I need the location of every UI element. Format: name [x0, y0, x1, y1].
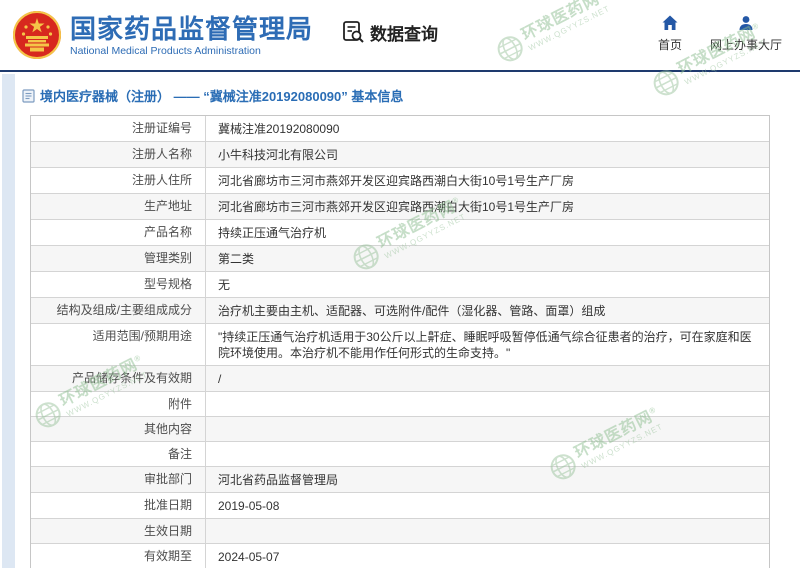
agency-title-en: National Medical Products Administration — [70, 44, 261, 57]
row-label: 产品储存条件及有效期 — [31, 366, 206, 391]
breadcrumb: 境内医疗器械（注册） —— “冀械注准20192080090” 基本信息 — [22, 86, 800, 105]
row-value: 河北省廊坊市三河市燕郊开发区迎宾路西潮白大街10号1号生产厂房 — [218, 200, 575, 214]
row-value: 2024-05-07 — [218, 550, 280, 564]
table-row: 批准日期 2019-05-08 — [31, 493, 769, 519]
person-icon — [739, 16, 753, 30]
table-row: 注册人名称 小牛科技河北有限公司 — [31, 142, 769, 168]
table-row: 型号规格无 — [31, 272, 769, 298]
table-row: 有效期至 2024-05-07 — [31, 544, 769, 568]
row-value — [206, 392, 769, 416]
row-label: 注册人名称 — [31, 142, 206, 167]
row-value: 无 — [218, 278, 231, 292]
row-label: 附件 — [31, 392, 206, 416]
info-table: 注册证编号 冀械注准20192080090 注册人名称 小牛科技河北有限公司 注册人住所… — [30, 115, 770, 568]
table-row: 注册证编号 冀械注准20192080090 — [31, 116, 769, 142]
nav-home-label: 首页 — [657, 38, 682, 52]
row-value: 河北省药品监督管理局 — [218, 473, 339, 487]
table-row: 生产地址 河北省廊坊市三河市燕郊开发区迎宾路西潮白大街10号1号生产厂房 — [31, 194, 769, 220]
breadcrumb-text: 境内医疗器械（注册） —— “冀械注准20192080090” 基本信息 — [40, 89, 404, 104]
row-label: 备注 — [31, 442, 206, 466]
document-search-icon — [343, 21, 364, 43]
row-value: "持续正压通气治疗机适用于30公斤以上鼾症、睡眠呼吸暂停低通气综合征患者的治疗，… — [218, 330, 752, 360]
row-label: 产品名称 — [31, 220, 206, 245]
nav-online-service-hall-label: 网上办事大厅 — [709, 38, 782, 52]
nav-online-service-hall[interactable]: 网上办事大厅 — [710, 14, 782, 53]
table-row: 备注 — [31, 442, 769, 467]
row-label: 注册人住所 — [31, 168, 206, 193]
row-label: 审批部门 — [31, 467, 206, 492]
row-label: 结构及组成/主要组成成分 — [31, 298, 206, 323]
row-value — [206, 417, 769, 441]
row-value: 治疗机主要由主机、适配器、可选附件/配件（湿化器、管路、面罩）组成 — [218, 304, 606, 318]
row-value: 冀械注准20192080090 — [218, 122, 340, 136]
main-content: 境内医疗器械（注册） —— “冀械注准20192080090” 基本信息 注册证… — [16, 72, 800, 568]
table-row: 注册人住所 河北省廊坊市三河市燕郊开发区迎宾路西潮白大街10号1号生产厂房 — [31, 168, 769, 194]
left-page-strip — [2, 74, 15, 568]
table-row: 结构及组成/主要组成成分 治疗机主要由主机、适配器、可选附件/配件（湿化器、管路、… — [31, 298, 769, 324]
row-value — [206, 442, 769, 466]
page-header: 国家药品监督管理局 National Medical Products Admi… — [0, 0, 800, 70]
row-value: / — [218, 372, 222, 386]
row-label: 适用范围/预期用途 — [31, 324, 206, 365]
data-query-label: 数据查询 — [370, 24, 439, 44]
table-row: 附件 — [31, 392, 769, 417]
row-value: 小牛科技河北有限公司 — [218, 148, 339, 162]
table-row: 生效日期 — [31, 519, 769, 544]
home-icon — [662, 15, 678, 30]
data-query-section: 数据查询 — [341, 20, 438, 45]
nav-home[interactable]: 首页 — [658, 14, 682, 53]
row-label: 管理类别 — [31, 246, 206, 271]
agency-title-block: 国家药品监督管理局 National Medical Products Admi… — [70, 14, 313, 57]
row-value: 河北省廊坊市三河市燕郊开发区迎宾路西潮白大街10号1号生产厂房 — [218, 174, 575, 188]
row-label: 其他内容 — [31, 417, 206, 441]
table-row: 产品储存条件及有效期 / — [31, 366, 769, 392]
row-label: 注册证编号 — [31, 116, 206, 141]
table-row: 其他内容 — [31, 417, 769, 442]
document-icon — [22, 88, 35, 103]
row-value — [206, 519, 769, 543]
row-value: 持续正压通气治疗机 — [218, 226, 327, 240]
national-emblem-logo — [13, 11, 61, 59]
row-label: 生效日期 — [31, 519, 206, 543]
header-nav: 首页 网上办事大厅 — [658, 14, 782, 53]
table-row: 产品名称 持续正压通气治疗机 — [31, 220, 769, 246]
row-label: 生产地址 — [31, 194, 206, 219]
row-label: 有效期至 — [31, 544, 206, 568]
row-label: 型号规格 — [31, 272, 206, 297]
table-row: 管理类别 第二类 — [31, 246, 769, 272]
table-row: 适用范围/预期用途 "持续正压通气治疗机适用于30公斤以上鼾症、睡眠呼吸暂停低通气… — [31, 324, 769, 366]
agency-title-cn: 国家药品监督管理局 — [70, 13, 314, 44]
row-value: 第二类 — [218, 252, 255, 266]
table-row: 审批部门 河北省药品监督管理局 — [31, 467, 769, 493]
row-value: 2019-05-08 — [218, 499, 280, 513]
row-label: 批准日期 — [31, 493, 206, 518]
